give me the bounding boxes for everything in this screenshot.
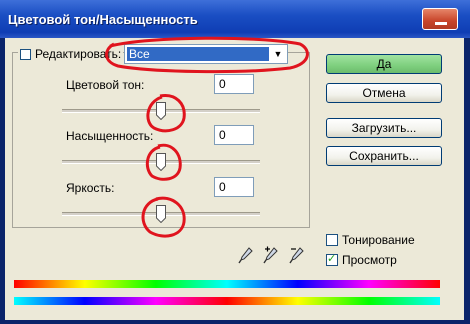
eyedropper-minus-icon[interactable]: [289, 246, 305, 264]
colorize-option[interactable]: Тонирование: [326, 233, 415, 247]
window-title: Цветовой тон/Насыщенность: [8, 12, 198, 27]
colorize-checkbox[interactable]: [326, 234, 338, 246]
output-spectrum-bar: [14, 297, 440, 305]
hue-slider-thumb[interactable]: [156, 102, 166, 120]
preview-checkbox[interactable]: [326, 252, 338, 266]
edit-label: Редактировать:: [35, 47, 122, 61]
lightness-slider-thumb[interactable]: [156, 205, 166, 223]
close-button[interactable]: [422, 8, 458, 30]
lightness-input[interactable]: 0: [214, 177, 254, 197]
edit-channel-value: Все: [127, 47, 269, 61]
edit-checkbox[interactable]: [20, 48, 31, 60]
edit-group: [12, 52, 310, 228]
ok-button[interactable]: Да: [326, 54, 442, 74]
saturation-slider-thumb[interactable]: [156, 153, 166, 171]
hue-label: Цветовой тон:: [66, 78, 145, 92]
title-bar[interactable]: Цветовой тон/Насыщенность: [0, 0, 470, 38]
hue-input[interactable]: 0: [214, 74, 254, 94]
eyedropper-plus-icon[interactable]: [263, 246, 279, 264]
close-icon: [435, 22, 447, 25]
preview-label: Просмотр: [342, 253, 397, 267]
input-spectrum-bar: [14, 280, 440, 288]
saturation-label: Насыщенность:: [66, 129, 154, 143]
dropdown-arrow-icon[interactable]: ▼: [270, 46, 286, 62]
eyedropper-icon[interactable]: [238, 246, 254, 264]
colorize-label: Тонирование: [342, 233, 415, 247]
cancel-button[interactable]: Отмена: [326, 83, 442, 103]
preview-option[interactable]: Просмотр: [326, 252, 397, 267]
saturation-input[interactable]: 0: [214, 125, 254, 145]
edit-group-header: Редактировать:: [18, 47, 124, 61]
edit-channel-select[interactable]: Все ▼: [124, 44, 288, 64]
lightness-label: Яркость:: [66, 181, 115, 195]
save-button[interactable]: Сохранить...: [326, 146, 442, 166]
load-button[interactable]: Загрузить...: [326, 118, 442, 138]
